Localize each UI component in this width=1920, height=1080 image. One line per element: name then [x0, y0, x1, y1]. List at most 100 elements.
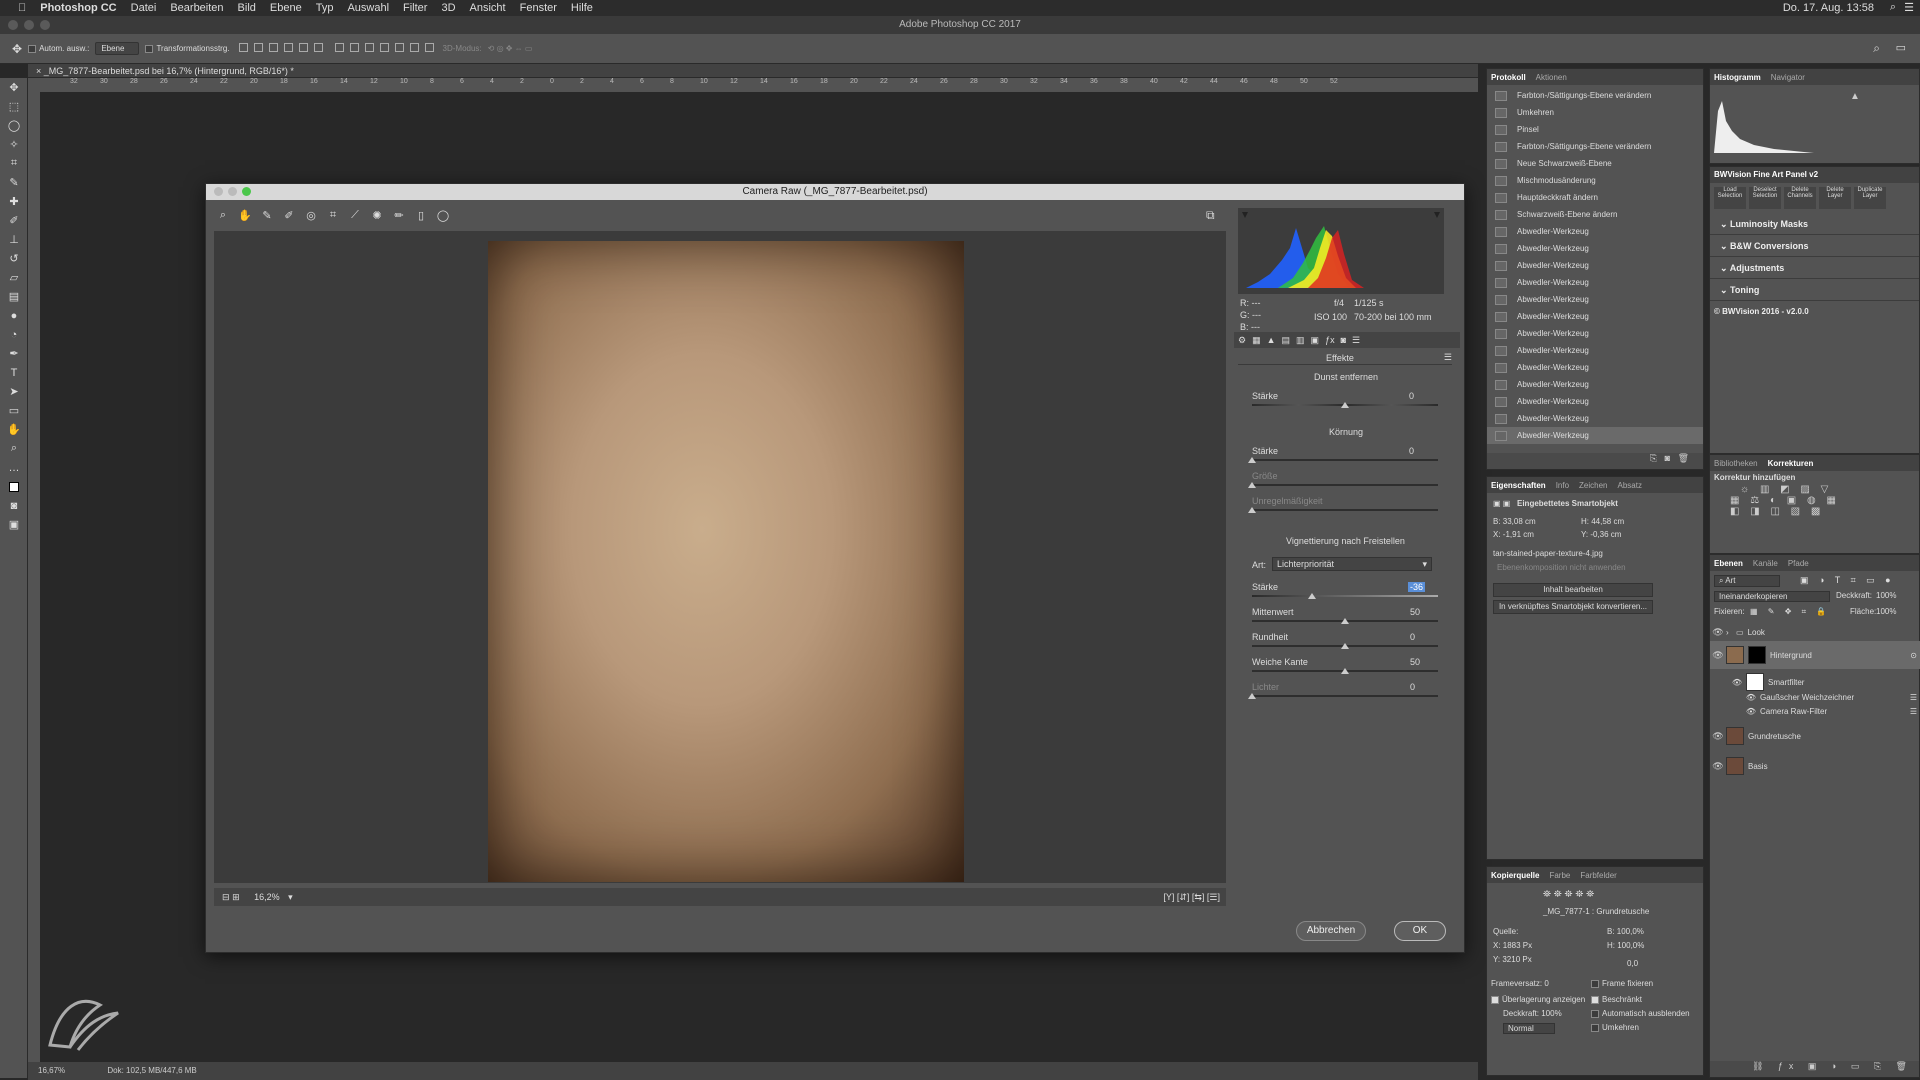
tab-bibliotheken[interactable]: Bibliotheken	[1714, 459, 1758, 468]
clock[interactable]: Do. 17. Aug. 13:58	[1783, 2, 1874, 14]
vignette-amount-slider[interactable]	[1252, 595, 1438, 597]
search-icon[interactable]: ⌕	[1873, 41, 1880, 56]
cr-zoom-tool-icon[interactable]: ⌕	[214, 207, 232, 223]
filter-options-icon[interactable]: ☰	[1910, 693, 1917, 702]
vignette-highlights-slider[interactable]	[1252, 695, 1438, 697]
vignette-roundness-thumb[interactable]	[1341, 643, 1349, 649]
tab-basic-icon[interactable]: ⚙	[1238, 335, 1246, 346]
new-doc-from-state-icon[interactable]: ⎘	[1650, 453, 1657, 463]
history-item[interactable]: Mischmodusänderung	[1487, 172, 1703, 189]
marquee-tool-icon[interactable]: ⬚	[0, 97, 28, 116]
vignette-amount-thumb[interactable]	[1307, 593, 1316, 599]
visibility-eye-icon[interactable]: 👁	[1710, 707, 1756, 716]
tab-camera-icon[interactable]: ◙	[1341, 335, 1346, 345]
menu-ebene[interactable]: Ebene	[270, 2, 302, 14]
tab-protokoll[interactable]: Protokoll	[1491, 73, 1526, 82]
tab-split-icon[interactable]: ▥	[1296, 335, 1305, 346]
tab-info[interactable]: Info	[1556, 481, 1569, 490]
layer-hintergrund[interactable]: 👁 Hintergrund ⊙	[1710, 641, 1920, 669]
distribute-icons[interactable]	[332, 43, 437, 54]
layer-mask-thumbnail[interactable]	[1748, 646, 1766, 664]
clone-y[interactable]: Y: 3210 Px	[1493, 955, 1532, 964]
tab-absatz[interactable]: Absatz	[1618, 481, 1642, 490]
prop-width[interactable]: B: 33,08 cm	[1493, 517, 1536, 526]
menu-bild[interactable]: Bild	[238, 2, 256, 14]
shape-tool-icon[interactable]: ▭	[0, 401, 28, 420]
healing-brush-tool-icon[interactable]: ✚	[0, 192, 28, 211]
zoom-tool-icon[interactable]: ⌕	[0, 439, 28, 458]
auto-hide-checkbox[interactable]: Automatisch ausblenden	[1591, 1009, 1690, 1018]
prop-height[interactable]: H: 44,58 cm	[1581, 517, 1624, 526]
cr-adjustment-brush-icon[interactable]: ✏	[390, 207, 408, 223]
vignette-midpoint-value[interactable]: 50	[1410, 607, 1420, 617]
tab-detail-icon[interactable]: ▲	[1267, 335, 1276, 345]
clone-angle[interactable]: 0,0	[1627, 959, 1638, 968]
move-tool-icon[interactable]: ✥	[0, 78, 28, 97]
show-overlay-checkbox[interactable]: Überlagerung anzeigen	[1491, 995, 1585, 1004]
clone-source-slots-icon[interactable]: ⛯ ⛯ ⛯ ⛯ ⛯	[1543, 889, 1594, 900]
align-icons[interactable]	[236, 43, 326, 54]
magic-wand-tool-icon[interactable]: ✧	[0, 135, 28, 154]
3d-icons[interactable]: ⟲ ◎ ✥ ⇔ ▭	[488, 44, 533, 53]
document-tab-close-icon[interactable]: ×	[36, 66, 41, 76]
transform-checkbox[interactable]: Transformationsstrg.	[145, 44, 230, 53]
tab-hsl-icon[interactable]: ▤	[1282, 335, 1291, 346]
tab-kanaele[interactable]: Kanäle	[1753, 559, 1778, 568]
tab-farbe[interactable]: Farbe	[1549, 871, 1570, 880]
menu-3d[interactable]: 3D	[441, 2, 455, 14]
tab-histogramm[interactable]: Histogramm	[1714, 73, 1761, 82]
menu-auswahl[interactable]: Auswahl	[347, 2, 389, 14]
menu-filter[interactable]: Filter	[403, 2, 427, 14]
overlay-opacity[interactable]: Deckkraft: 100%	[1503, 1009, 1562, 1018]
lasso-tool-icon[interactable]: ◯	[0, 116, 28, 135]
delete-channels-button[interactable]: Delete Channels	[1784, 187, 1816, 209]
cr-close-icon[interactable]	[214, 187, 223, 196]
clone-stamp-tool-icon[interactable]: ⊥	[0, 230, 28, 249]
menu-fenster[interactable]: Fenster	[520, 2, 557, 14]
history-item[interactable]: Abwedler-Werkzeug	[1487, 240, 1703, 257]
cr-radial-filter-icon[interactable]: ◯	[434, 207, 452, 223]
cr-spot-removal-icon[interactable]: ✺	[368, 207, 386, 223]
clone-x[interactable]: X: 1883 Px	[1493, 941, 1532, 950]
load-selection-button[interactable]: Load Selection	[1714, 187, 1746, 209]
tab-curve-icon[interactable]: ▦	[1252, 335, 1261, 346]
layer-group-look[interactable]: 👁 › ▭ Look	[1710, 621, 1920, 643]
tab-aktionen[interactable]: Aktionen	[1536, 73, 1567, 82]
tab-effects-icon[interactable]: ƒx	[1325, 335, 1335, 345]
vignette-amount-value[interactable]: -36	[1408, 582, 1426, 592]
tab-korrekturen[interactable]: Korrekturen	[1768, 459, 1814, 468]
grain-amount-slider[interactable]	[1252, 459, 1438, 461]
brush-tool-icon[interactable]: ✐	[0, 211, 28, 230]
ok-button[interactable]: OK	[1394, 921, 1446, 941]
opacity-value[interactable]: 100%	[1876, 591, 1896, 600]
grain-amount-value[interactable]: 0	[1409, 446, 1414, 456]
cr-view-toggle-icons[interactable]: [Y] [⇵] [⇆] [☰]	[1163, 888, 1220, 906]
history-item[interactable]: Abwedler-Werkzeug	[1487, 376, 1703, 393]
vignette-style-dropdown[interactable]: Lichterpriorität ▾	[1272, 557, 1432, 571]
history-item[interactable]: Abwedler-Werkzeug	[1487, 325, 1703, 342]
tab-presets-icon[interactable]: ☰	[1352, 335, 1360, 346]
auto-select-checkbox[interactable]: Autom. ausw.:	[28, 44, 89, 53]
color-swatches-icon[interactable]	[0, 477, 28, 496]
vignette-feather-thumb[interactable]	[1341, 668, 1349, 674]
blend-mode-dropdown[interactable]: Ineinanderkopieren	[1714, 591, 1830, 602]
history-item[interactable]: Pinsel	[1487, 121, 1703, 138]
history-item[interactable]: Abwedler-Werkzeug	[1487, 308, 1703, 325]
vignette-roundness-value[interactable]: 0	[1410, 632, 1415, 642]
layer-basis[interactable]: 👁 Basis	[1710, 753, 1920, 779]
histogram-warning-icon[interactable]: ▲	[1850, 91, 1860, 102]
zoom-in-icon[interactable]: ⊞	[232, 892, 240, 902]
section-adjustments[interactable]: ⌄ Adjustments	[1710, 257, 1919, 279]
cr-crop-tool-icon[interactable]: ⌗	[324, 207, 342, 223]
visibility-eye-icon[interactable]: 👁	[1710, 731, 1726, 742]
hand-tool-icon[interactable]: ✋	[0, 420, 28, 439]
cr-color-sampler-tool-icon[interactable]: ✐	[280, 207, 298, 223]
tab-farbfelder[interactable]: Farbfelder	[1580, 871, 1616, 880]
eyedropper-tool-icon[interactable]: ✎	[0, 173, 28, 192]
visibility-eye-icon[interactable]: 👁	[1710, 650, 1726, 661]
layer-filter-dropdown[interactable]: ⌕ Art	[1714, 575, 1780, 587]
history-item[interactable]: Farbton-/Sättigungs-Ebene verändern	[1487, 87, 1703, 104]
tab-kopierquelle[interactable]: Kopierquelle	[1491, 871, 1539, 880]
history-item[interactable]: Abwedler-Werkzeug	[1487, 274, 1703, 291]
path-selection-tool-icon[interactable]: ➤	[0, 382, 28, 401]
